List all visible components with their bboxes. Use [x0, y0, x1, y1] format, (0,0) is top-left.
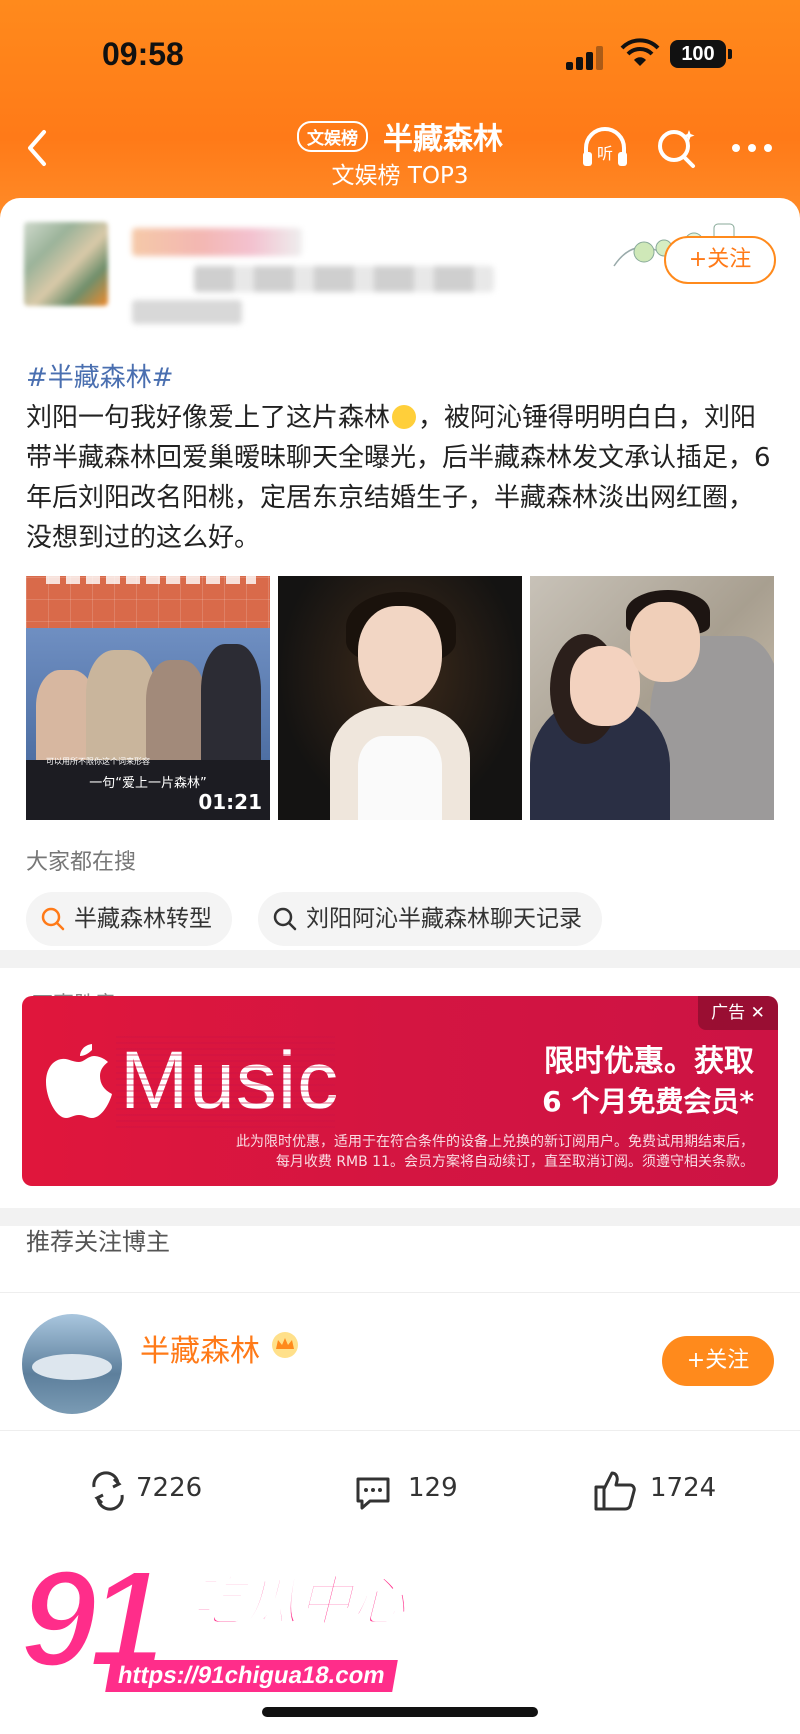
comment-count: 129 — [408, 1473, 458, 1503]
search-icon — [273, 907, 297, 931]
photo-2[interactable] — [278, 576, 522, 820]
search-chip-label: 刘阳阿沁半藏森林聊天记录 — [306, 906, 582, 932]
wifi-icon — [620, 38, 660, 66]
search-section-label: 大家都在搜 — [26, 850, 137, 875]
author-name-blurred[interactable] — [132, 228, 302, 256]
recommend-follow-button[interactable]: +关注 — [662, 1336, 774, 1386]
comment-icon[interactable] — [352, 1471, 394, 1513]
hashtag-link[interactable]: #半藏森林# — [26, 358, 776, 398]
page-title: 半藏森林 — [383, 122, 504, 157]
status-bar: 09:58 100 — [0, 30, 800, 80]
video-thumbnail[interactable]: 可以用所不限你这个词来形容 一句“爱上一片森林” 01:21 — [26, 576, 270, 820]
watermark-url: https://91chigua18.com — [105, 1660, 398, 1692]
search-chip[interactable]: 刘阳阿沁半藏森林聊天记录 — [258, 892, 602, 946]
crown-badge-icon — [272, 1332, 298, 1358]
search-chip-label: 半藏森林转型 — [74, 906, 212, 932]
search-chips: 半藏森林转型 刘阳阿沁半藏森林聊天记录 — [26, 892, 786, 948]
follow-button[interactable]: +关注 — [664, 236, 776, 284]
status-time: 09:58 — [102, 36, 184, 72]
author-row: +关注 — [24, 222, 784, 332]
watermark: 91 吃瓜中心 https://91chigua18.com — [18, 1548, 420, 1730]
photo-3[interactable] — [530, 576, 774, 820]
hot-search-icon — [41, 907, 65, 931]
repost-icon[interactable] — [88, 1471, 128, 1511]
emoji-icon — [392, 404, 417, 429]
photo-grid: 可以用所不限你这个词来形容 一句“爱上一片森林” 01:21 — [26, 576, 774, 820]
search-chip[interactable]: 半藏森林转型 — [26, 892, 232, 946]
section-divider — [0, 950, 800, 968]
nav-badge: 文娱榜 — [296, 120, 368, 152]
ad-banner[interactable]: 广告 ✕ Music 限时优惠。获取 6 个月免费会员* 此为限时优惠，适用于在… — [22, 996, 778, 1186]
video-caption: 一句“爱上一片森林” — [89, 776, 207, 791]
listen-icon[interactable]: 听 — [580, 126, 630, 170]
ad-headline-2: 6 个月免费会员* — [542, 1085, 754, 1118]
ad-fine-print: 此为限时优惠，适用于在符合条件的设备上兑换的新订阅用户。免费试用期结束后， 每月… — [64, 1132, 754, 1172]
header-background: 09:58 100 文娱榜 半藏森林 文娱榜 TOP3 听 — [0, 0, 800, 230]
signal-icon — [566, 44, 606, 70]
post-text-part1: 刘阳一句我好像爱上了这片森林 — [26, 403, 391, 433]
watermark-text: 吃瓜中心 — [189, 1569, 407, 1634]
ad-close-tag[interactable]: 广告 ✕ — [698, 996, 778, 1030]
apple-logo-icon — [46, 1044, 112, 1118]
video-duration: 01:21 — [198, 790, 262, 814]
video-small-caption: 可以用所不限你这个词来形容 — [46, 757, 150, 766]
ad-fine-print-line1: 此为限时优惠，适用于在符合条件的设备上兑换的新订阅用户。免费试用期结束后， — [236, 1134, 754, 1150]
author-avatar[interactable] — [24, 222, 108, 306]
post-body: #半藏森林# 刘阳一句我好像爱上了这片森林 ，被阿沁锤得明明白白，刘阳带半藏森林回… — [26, 358, 776, 558]
svg-text:听: 听 — [597, 144, 613, 163]
ad-headline-1: 限时优惠。获取 — [544, 1044, 754, 1079]
search-icon[interactable] — [655, 126, 699, 170]
ad-fine-print-line2: 每月收费 RMB 11。会员方案将自动续订，直至取消订阅。须遵守相关条款。 — [275, 1154, 754, 1170]
like-count: 1724 — [650, 1473, 717, 1503]
author-meta-blurred-2 — [132, 300, 242, 324]
recommend-name[interactable]: 半藏森林 — [140, 1326, 260, 1370]
ad-brand-text: Music — [115, 1034, 340, 1128]
repost-count: 7226 — [136, 1473, 203, 1503]
nav-bar: 文娱榜 半藏森林 文娱榜 TOP3 听 — [0, 110, 800, 190]
recommend-avatar[interactable] — [22, 1314, 122, 1414]
battery-icon: 100 — [670, 40, 732, 68]
like-icon[interactable] — [590, 1467, 638, 1515]
divider — [0, 1292, 800, 1293]
author-meta-blurred — [194, 266, 494, 292]
more-icon[interactable] — [730, 138, 774, 158]
recommend-title: 推荐关注博主 — [26, 1228, 170, 1256]
